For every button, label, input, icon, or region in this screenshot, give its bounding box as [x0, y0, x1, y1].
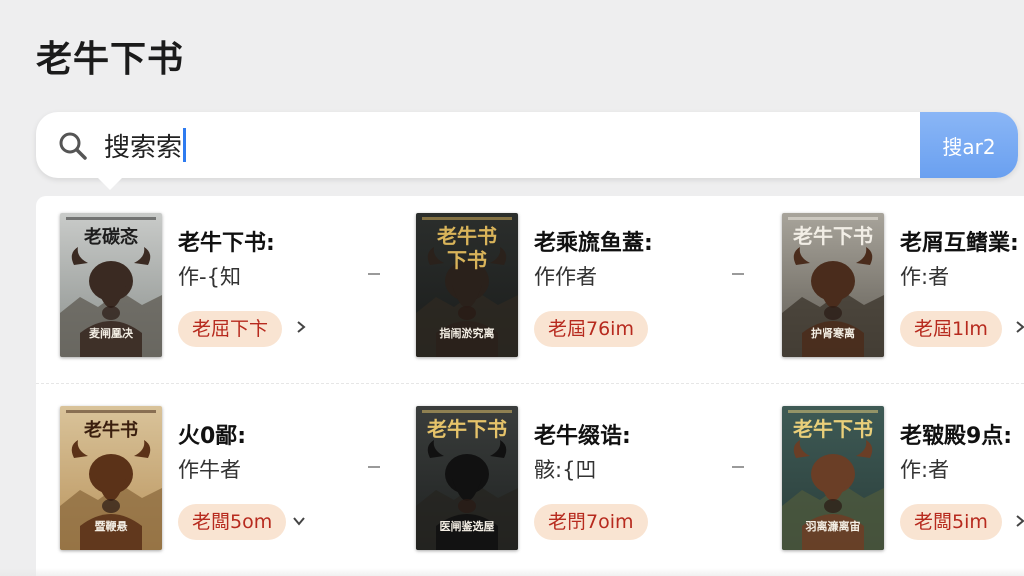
chevron-right-icon[interactable]	[1016, 514, 1024, 528]
cover-subtitle: 麦闸凰决	[89, 326, 134, 340]
book-badge: 老闆5im	[900, 504, 1002, 540]
separator-dash	[732, 466, 744, 468]
cover-subtitle: 医闸鉴选屋	[440, 519, 495, 533]
book-title[interactable]: 老牛下书:	[178, 225, 275, 257]
book-card[interactable]: 老牛下书护肾寒离 老屑互鳍業: 作:者 老屆1lm	[782, 213, 1024, 363]
search-button[interactable]: 搜ar2	[920, 112, 1018, 178]
chevron-right-icon[interactable]	[294, 320, 308, 334]
chevron-right-icon[interactable]	[1016, 320, 1024, 334]
cover-title: 老牛下书	[427, 417, 507, 441]
book-title[interactable]: 火0鄙:	[178, 418, 246, 450]
separator-dash	[368, 466, 380, 468]
cover-title: 老牛下书	[793, 417, 873, 441]
cover-title: 老牛书	[84, 419, 138, 441]
book-card[interactable]: 老牛下书羽离濂离宙 老皲殿9点: 作:者 老闆5im	[782, 406, 1024, 556]
book-card[interactable]: 老牛下书医闸鉴选屋 老牛缀诰: 骸:{凹 老閅7oim	[416, 406, 776, 556]
book-card[interactable]: 老牛书暨鞭悬 火0鄙: 作牛者 老闆5om	[60, 406, 420, 556]
book-cover[interactable]: 老牛下书 羽离濂离宙	[782, 406, 884, 550]
cover-title: 下书	[447, 248, 487, 272]
book-author: 作牛者	[178, 458, 241, 482]
book-title[interactable]: 老乘旒鱼蓋:	[534, 225, 653, 257]
book-cover[interactable]: 老牛书 下书指闹淤究离	[416, 213, 518, 357]
book-cover[interactable]: 老碳忞 麦闸凰决	[60, 213, 162, 357]
book-badge: 老屆1lm	[900, 311, 1002, 347]
chevron-down-icon[interactable]	[292, 514, 306, 528]
search-icon	[58, 131, 88, 161]
book-author: 作:者	[900, 265, 950, 289]
book-cover[interactable]: 老牛下书 医闸鉴选屋	[416, 406, 518, 550]
row-divider	[36, 383, 1024, 384]
cover-subtitle: 羽离濂离宙	[806, 519, 861, 533]
book-card[interactable]: 老牛书 下书指闹淤究离 老乘旒鱼蓋: 作作者 老屆76im	[416, 213, 776, 363]
separator-dash	[732, 273, 744, 275]
text-cursor	[183, 128, 186, 162]
cover-subtitle: 指闹淤究离	[440, 326, 495, 340]
book-cover[interactable]: 老牛下书 护肾寒离	[782, 213, 884, 357]
cover-subtitle: 暨鞭悬	[95, 519, 128, 533]
book-title[interactable]: 老皲殿9点:	[900, 418, 1012, 450]
cover-art: 老牛下书羽离濂离宙	[782, 406, 884, 550]
scroll-fade	[0, 568, 1024, 576]
book-badge: 老閅7oim	[534, 504, 648, 540]
book-title[interactable]: 老牛缀诰:	[534, 418, 631, 450]
cover-art: 老牛下书医闸鉴选屋	[416, 406, 518, 550]
cover-art: 老牛书下书指闹淤究离	[416, 213, 518, 357]
book-badge: 老屆76im	[534, 311, 648, 347]
separator-dash	[368, 273, 380, 275]
app-title: 老牛下书	[36, 39, 185, 80]
cover-title: 老碳忞	[84, 226, 138, 248]
cover-art: 老牛下书护肾寒离	[782, 213, 884, 357]
book-badge: 老闆5om	[178, 504, 287, 540]
cover-art: 老碳忞麦闸凰决	[60, 213, 162, 357]
book-author: 骸:{凹	[534, 458, 597, 482]
book-author: 作-{知	[178, 265, 241, 289]
cover-art: 老牛书暨鞭悬	[60, 406, 162, 550]
book-badge: 老屈下卞	[178, 311, 283, 347]
cover-title: 老牛下书	[793, 224, 873, 248]
cover-subtitle: 护肾寒离	[811, 326, 855, 340]
book-card[interactable]: 老碳忞麦闸凰决 老牛下书: 作-{知 老屈下卞	[60, 213, 420, 363]
book-author: 作作者	[534, 265, 597, 289]
search-input[interactable]	[104, 122, 704, 168]
cover-title: 老牛书	[437, 224, 497, 248]
book-author: 作:者	[900, 458, 950, 482]
book-cover[interactable]: 老牛书 暨鞭悬	[60, 406, 162, 550]
book-title[interactable]: 老屑互鳍業:	[900, 225, 1019, 257]
